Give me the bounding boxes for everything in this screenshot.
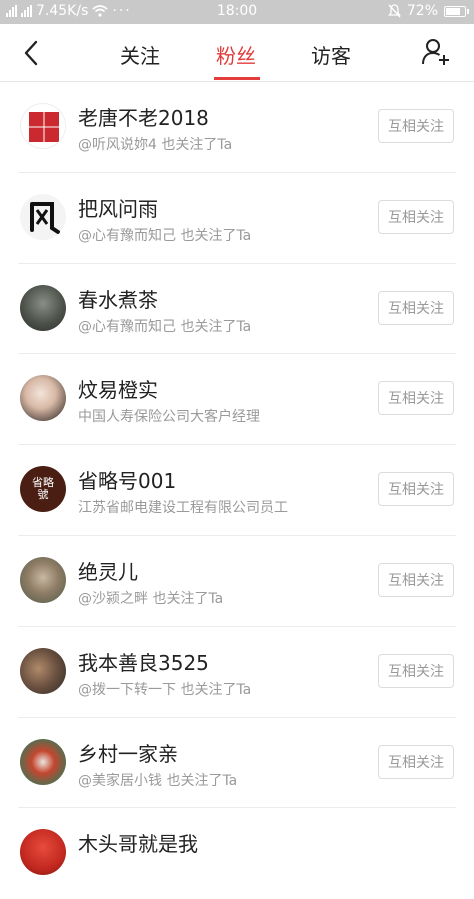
avatar[interactable]: [20, 193, 66, 240]
follower-name[interactable]: 把风问雨: [78, 193, 158, 222]
follower-subtitle: @沙颍之畔 也关注了Ta: [78, 590, 224, 607]
mutual-follow-button[interactable]: 互相关注: [378, 472, 454, 507]
mutual-follow-button[interactable]: 互相关注: [378, 109, 454, 143]
follower-name[interactable]: 木头哥就是我: [78, 828, 198, 857]
follower-subtitle: @听风说妳4 也关注了Ta: [78, 137, 233, 153]
battery-icon: [444, 5, 469, 17]
follower-subtitle: @拨一下转一下 也关注了Ta: [78, 681, 252, 698]
follower-name[interactable]: 我本善良3525: [78, 647, 209, 676]
avatar-logo-icon: [22, 105, 65, 148]
follower-name[interactable]: 春水煮茶: [78, 284, 158, 313]
follower-subtitle: @美家居小钱 也关注了Ta: [78, 772, 238, 789]
avatar[interactable]: [20, 738, 66, 785]
avatar[interactable]: [20, 284, 66, 331]
list-item[interactable]: 绝灵儿 @沙颍之畔 也关注了Ta 互相关注: [0, 536, 474, 627]
follower-name[interactable]: 老唐不老2018: [78, 102, 209, 131]
avatar[interactable]: [20, 375, 66, 422]
tab-following[interactable]: 关注: [120, 40, 160, 69]
status-right: 72%: [388, 3, 469, 19]
top-nav: 关注 粉丝 访客: [0, 24, 474, 82]
avatar-text: 省略號: [32, 476, 54, 502]
list-item[interactable]: 省略號 省略号001 江苏省邮电建设工程有限公司员工 互相关注: [0, 445, 474, 536]
follower-list: 老唐不老2018 @听风说妳4 也关注了Ta 互相关注 把风问雨 @心有豫而知己…: [0, 82, 474, 899]
follower-subtitle: @心有豫而知己 也关注了Ta: [78, 227, 252, 244]
avatar[interactable]: [20, 103, 66, 149]
add-user-icon[interactable]: [420, 36, 452, 68]
avatar-calligraphy-icon: [30, 201, 60, 234]
follower-name[interactable]: 炆易橙实: [78, 374, 158, 403]
mutual-follow-button[interactable]: 互相关注: [378, 744, 454, 779]
mutual-follow-button[interactable]: 互相关注: [378, 199, 454, 234]
list-item[interactable]: 炆易橙实 中国人寿保险公司大客户经理 互相关注: [0, 354, 474, 446]
follower-subtitle: 中国人寿保险公司大客户经理: [78, 409, 260, 426]
back-arrow-icon[interactable]: [18, 38, 48, 68]
list-item[interactable]: 把风问雨 @心有豫而知己 也关注了Ta 互相关注: [0, 173, 474, 264]
list-item[interactable]: 春水煮茶 @心有豫而知己 也关注了Ta 互相关注: [0, 264, 474, 355]
mutual-follow-button[interactable]: 互相关注: [378, 562, 454, 597]
list-item[interactable]: 木头哥就是我: [0, 808, 474, 899]
follower-name[interactable]: 省略号001: [78, 465, 176, 494]
avatar[interactable]: [20, 647, 66, 694]
status-bar: 7.45K/s ··· 18:00 72%: [0, 0, 474, 24]
battery-percent: 72%: [406, 3, 438, 19]
follower-name[interactable]: 绝灵儿: [78, 556, 138, 585]
tab-fans[interactable]: 粉丝: [216, 40, 256, 69]
follower-name[interactable]: 乡村一家亲: [78, 738, 178, 767]
tab-visitors[interactable]: 访客: [311, 40, 351, 69]
avatar[interactable]: [20, 829, 66, 876]
list-item[interactable]: 老唐不老2018 @听风说妳4 也关注了Ta 互相关注: [0, 82, 474, 173]
avatar[interactable]: 省略號: [20, 466, 66, 513]
mutual-follow-button[interactable]: 互相关注: [378, 381, 454, 416]
mutual-follow-button[interactable]: 互相关注: [378, 653, 454, 688]
avatar[interactable]: [20, 556, 66, 603]
list-item[interactable]: 我本善良3525 @拨一下转一下 也关注了Ta 互相关注: [0, 627, 474, 718]
follower-subtitle: 江苏省邮电建设工程有限公司员工: [78, 500, 288, 517]
follower-subtitle: @心有豫而知己 也关注了Ta: [78, 318, 252, 335]
mutual-follow-button[interactable]: 互相关注: [378, 290, 454, 325]
list-item[interactable]: 乡村一家亲 @美家居小钱 也关注了Ta 互相关注: [0, 718, 474, 809]
active-tab-indicator: [214, 77, 260, 80]
bell-icon: [388, 4, 401, 18]
